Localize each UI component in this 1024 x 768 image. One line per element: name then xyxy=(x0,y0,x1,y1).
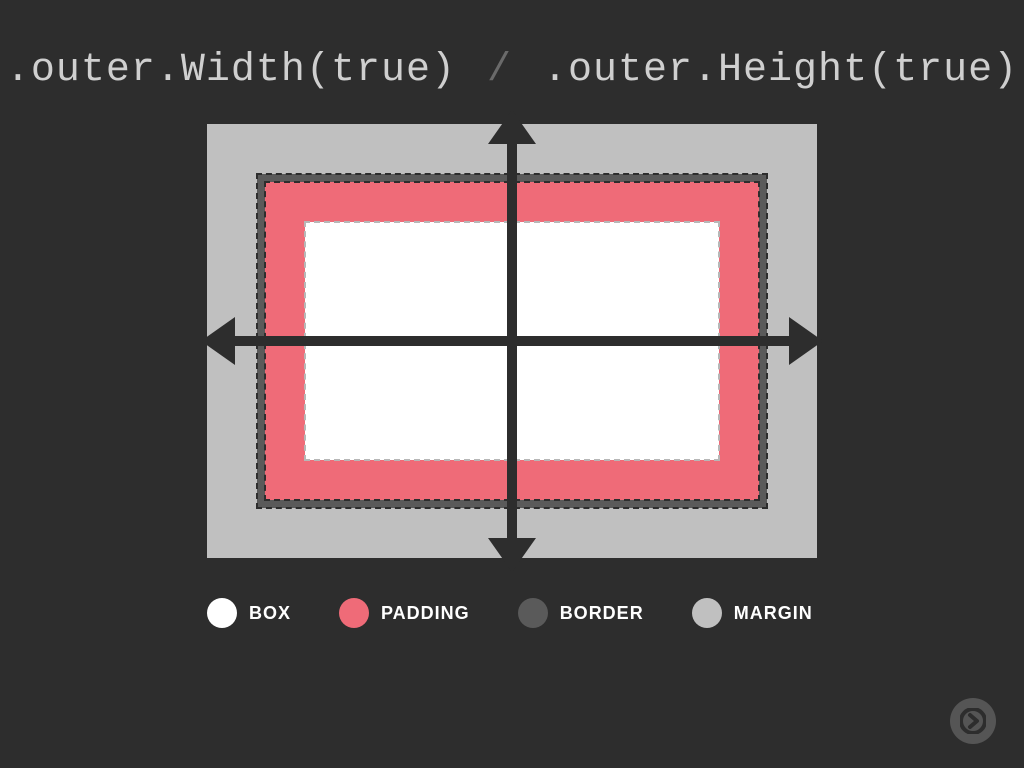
box-model-diagram xyxy=(207,124,817,558)
height-arrow-up-icon xyxy=(488,110,536,144)
width-arrow-left-icon xyxy=(201,317,235,365)
height-arrow-down-icon xyxy=(488,538,536,572)
legend-item-border: BORDER xyxy=(518,598,644,628)
legend-item-box: BOX xyxy=(207,598,291,628)
arrow-right-circle-icon xyxy=(960,708,986,734)
slide-title: .outer.Width(true) / .outer.Height(true) xyxy=(0,48,1024,93)
legend-swatch-padding-icon xyxy=(339,598,369,628)
legend-label-margin: MARGIN xyxy=(734,603,813,624)
legend-item-margin: MARGIN xyxy=(692,598,813,628)
margin-layer xyxy=(207,124,817,558)
legend-label-border: BORDER xyxy=(560,603,644,624)
next-slide-button[interactable] xyxy=(950,698,996,744)
legend-swatch-border-icon xyxy=(518,598,548,628)
legend: BOX PADDING BORDER MARGIN xyxy=(207,598,827,628)
legend-swatch-box-icon xyxy=(207,598,237,628)
title-method-outerwidth: .outer.Width(true) xyxy=(6,48,456,93)
legend-swatch-margin-icon xyxy=(692,598,722,628)
legend-label-padding: PADDING xyxy=(381,603,470,624)
legend-item-padding: PADDING xyxy=(339,598,470,628)
width-arrow-right-icon xyxy=(789,317,823,365)
title-separator: / xyxy=(481,48,518,93)
legend-label-box: BOX xyxy=(249,603,291,624)
height-arrow-shaft xyxy=(507,138,517,544)
title-method-outerheight: .outer.Height(true) xyxy=(543,48,1018,93)
